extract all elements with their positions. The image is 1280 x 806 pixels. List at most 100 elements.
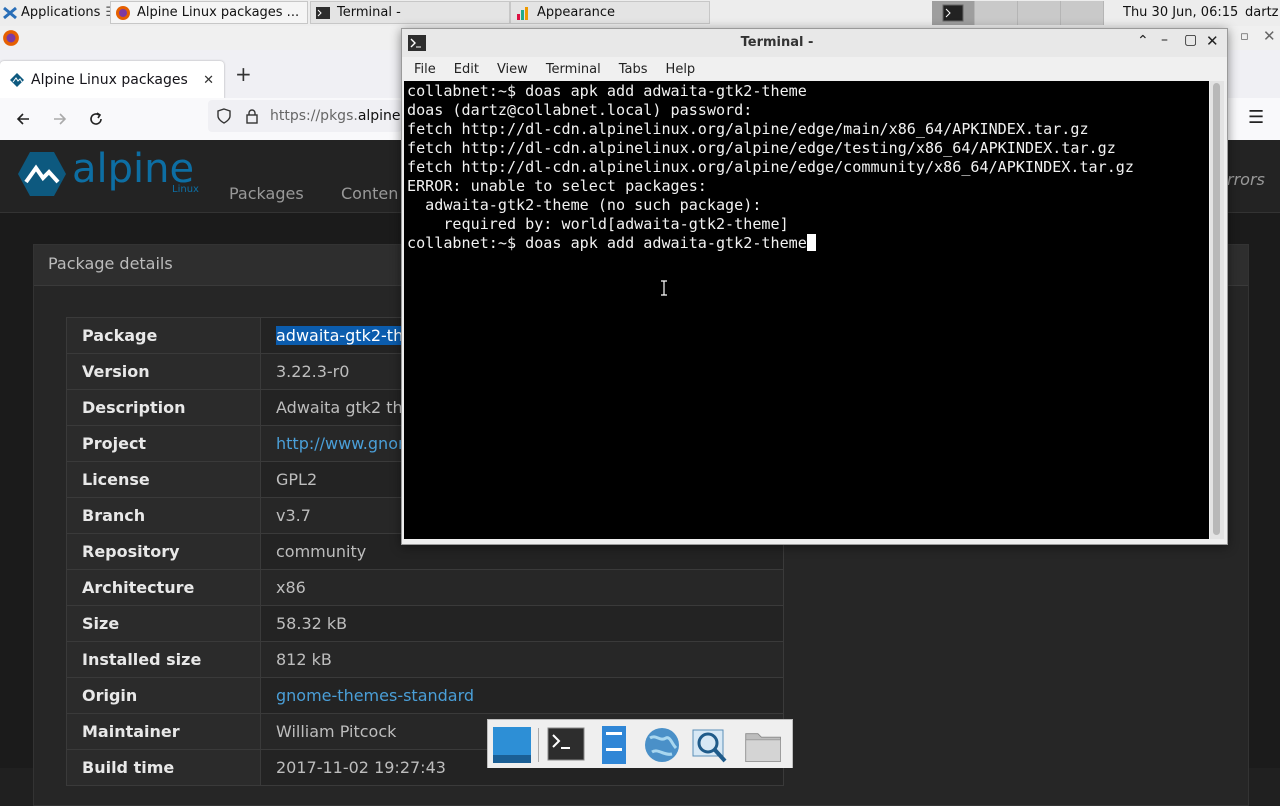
search-icon[interactable] [690,724,730,766]
project-link[interactable]: http://www.gnon [276,434,408,453]
shade-icon[interactable]: ⌃ [1137,33,1149,49]
table-row: Architecture x86 [66,569,784,606]
terminal-prompt-line[interactable]: collabnet:~$ doas apk add adwaita-gtk2-t… [407,234,1134,253]
terminal-line: adwaita-gtk2-theme (no such package): [407,196,762,214]
url-domain: alpine [357,108,401,124]
firefox-icon [3,30,19,46]
detail-key: Description [66,389,261,426]
detail-key: Repository [66,533,261,570]
terminal-line: fetch http://dl-cdn.alpinelinux.org/alpi… [407,158,1134,176]
url-prefix: https://pkgs. [270,108,358,124]
forward-icon[interactable] [51,110,69,128]
menu-file[interactable]: File [408,62,442,77]
nav-packages[interactable]: Packages [229,184,304,203]
origin-link[interactable]: gnome-themes-standard [276,686,474,705]
detail-key: Installed size [66,641,261,678]
new-tab-icon[interactable]: + [235,62,252,86]
terminal-output[interactable]: collabnet:~$ doas apk add adwaita-gtk2-t… [404,81,1209,539]
detail-key: Version [66,353,261,390]
terminal-title: Terminal - [740,35,814,50]
detail-key: Project [66,425,261,462]
ibeam-cursor-icon [661,280,667,296]
detail-key: Package [66,317,261,354]
detail-key: Architecture [66,569,261,606]
top-panel: Applications ☰ Alpine Linux packages ...… [0,0,1280,27]
detail-key: Branch [66,497,261,534]
terminal-titlebar[interactable]: Terminal - ⌃ – ▢ ✕ [402,29,1227,57]
terminal-icon [316,6,330,19]
tab-alpine-packages[interactable]: Alpine Linux packages ✕ [0,61,224,99]
table-row: Origin gnome-themes-standard [66,677,784,714]
terminal-scrollbar[interactable] [1210,81,1224,539]
terminal-line: collabnet:~$ doas apk add adwaita-gtk2-t… [407,82,807,100]
clock[interactable]: Thu 30 Jun, 06:15 [1123,0,1238,25]
reload-icon[interactable] [87,110,105,128]
workspace-3[interactable] [1018,1,1061,25]
menu-help[interactable]: Help [660,62,702,77]
alpine-logo[interactable]: alpine Linux [16,146,202,198]
applications-label: Applications [21,5,101,20]
menu-tabs[interactable]: Tabs [613,62,654,77]
nav-mirrors[interactable]: rrors [1227,170,1265,189]
terminal-line: fetch http://dl-cdn.alpinelinux.org/alpi… [407,120,1089,138]
firefox-icon [116,5,130,20]
dock-separator [538,728,539,762]
maximize-icon[interactable]: ▢ [1184,32,1197,48]
detail-key: Origin [66,677,261,714]
url-bar[interactable]: https://pkgs.alpine [208,100,402,132]
terminal-line: ERROR: unable to select packages: [407,177,707,195]
lock-icon[interactable] [244,108,260,124]
web-browser-icon[interactable] [642,724,682,766]
terminal-menubar: File Edit View Terminal Tabs Help [402,57,1227,81]
back-icon[interactable] [14,110,32,128]
shield-icon[interactable] [216,108,232,124]
detail-key: Maintainer [66,713,261,750]
task-firefox[interactable]: Alpine Linux packages ... [110,1,308,24]
package-name-selected[interactable]: adwaita-gtk2-th [276,326,404,345]
url-text[interactable]: https://pkgs.alpine [270,108,401,124]
close-icon[interactable]: ✕ [1263,27,1276,45]
detail-value: 812 kB [260,641,784,678]
hamburger-menu-icon[interactable]: ☰ [1248,107,1264,128]
file-manager-icon[interactable] [594,724,634,766]
tab-title: Alpine Linux packages [31,72,188,88]
table-row: Installed size 812 kB [66,641,784,678]
minimize-icon[interactable]: – [1161,32,1168,48]
terminal-line: required by: world[adwaita-gtk2-theme] [407,215,789,233]
appearance-icon [517,6,528,20]
terminal-line: collabnet:~$ doas apk add adwaita-gtk2-t… [407,234,807,252]
terminal-line: doas (dartz@collabnet.local) password: [407,101,753,119]
terminal-icon[interactable] [546,724,586,766]
nav-contents[interactable]: Conten [341,184,398,203]
xfce-icon [3,6,17,19]
user-menu[interactable]: dartz [1245,0,1280,25]
scrollbar-thumb[interactable] [1213,83,1220,535]
menu-edit[interactable]: Edit [448,62,485,77]
alpine-favicon [10,73,24,87]
task-label: Appearance [537,5,616,20]
desktop-icon[interactable] [492,724,532,766]
maximize-icon[interactable]: ▫ [1240,29,1249,44]
alpine-mountain-icon [18,152,66,196]
detail-value: gnome-themes-standard [260,677,784,714]
applications-menu[interactable]: Applications ☰ [2,0,117,25]
task-label: Terminal - [337,5,401,20]
folder-icon[interactable] [744,724,784,766]
terminal-icon [942,4,964,22]
task-terminal[interactable]: Terminal - [310,1,510,24]
table-row: Size 58.32 kB [66,605,784,642]
panel-title: Package details [48,254,173,273]
detail-key: License [66,461,261,498]
menu-terminal[interactable]: Terminal [540,62,607,77]
detail-key: Size [66,605,261,642]
close-icon[interactable]: ✕ [1206,32,1219,50]
detail-value: 58.32 kB [260,605,784,642]
detail-value: x86 [260,569,784,606]
close-tab-icon[interactable]: ✕ [203,73,214,88]
menu-view[interactable]: View [491,62,534,77]
workspace-1[interactable] [932,1,975,25]
dock [487,719,793,768]
task-appearance[interactable]: Appearance [510,1,710,24]
workspace-2[interactable] [975,1,1018,25]
workspace-4[interactable] [1061,1,1104,25]
